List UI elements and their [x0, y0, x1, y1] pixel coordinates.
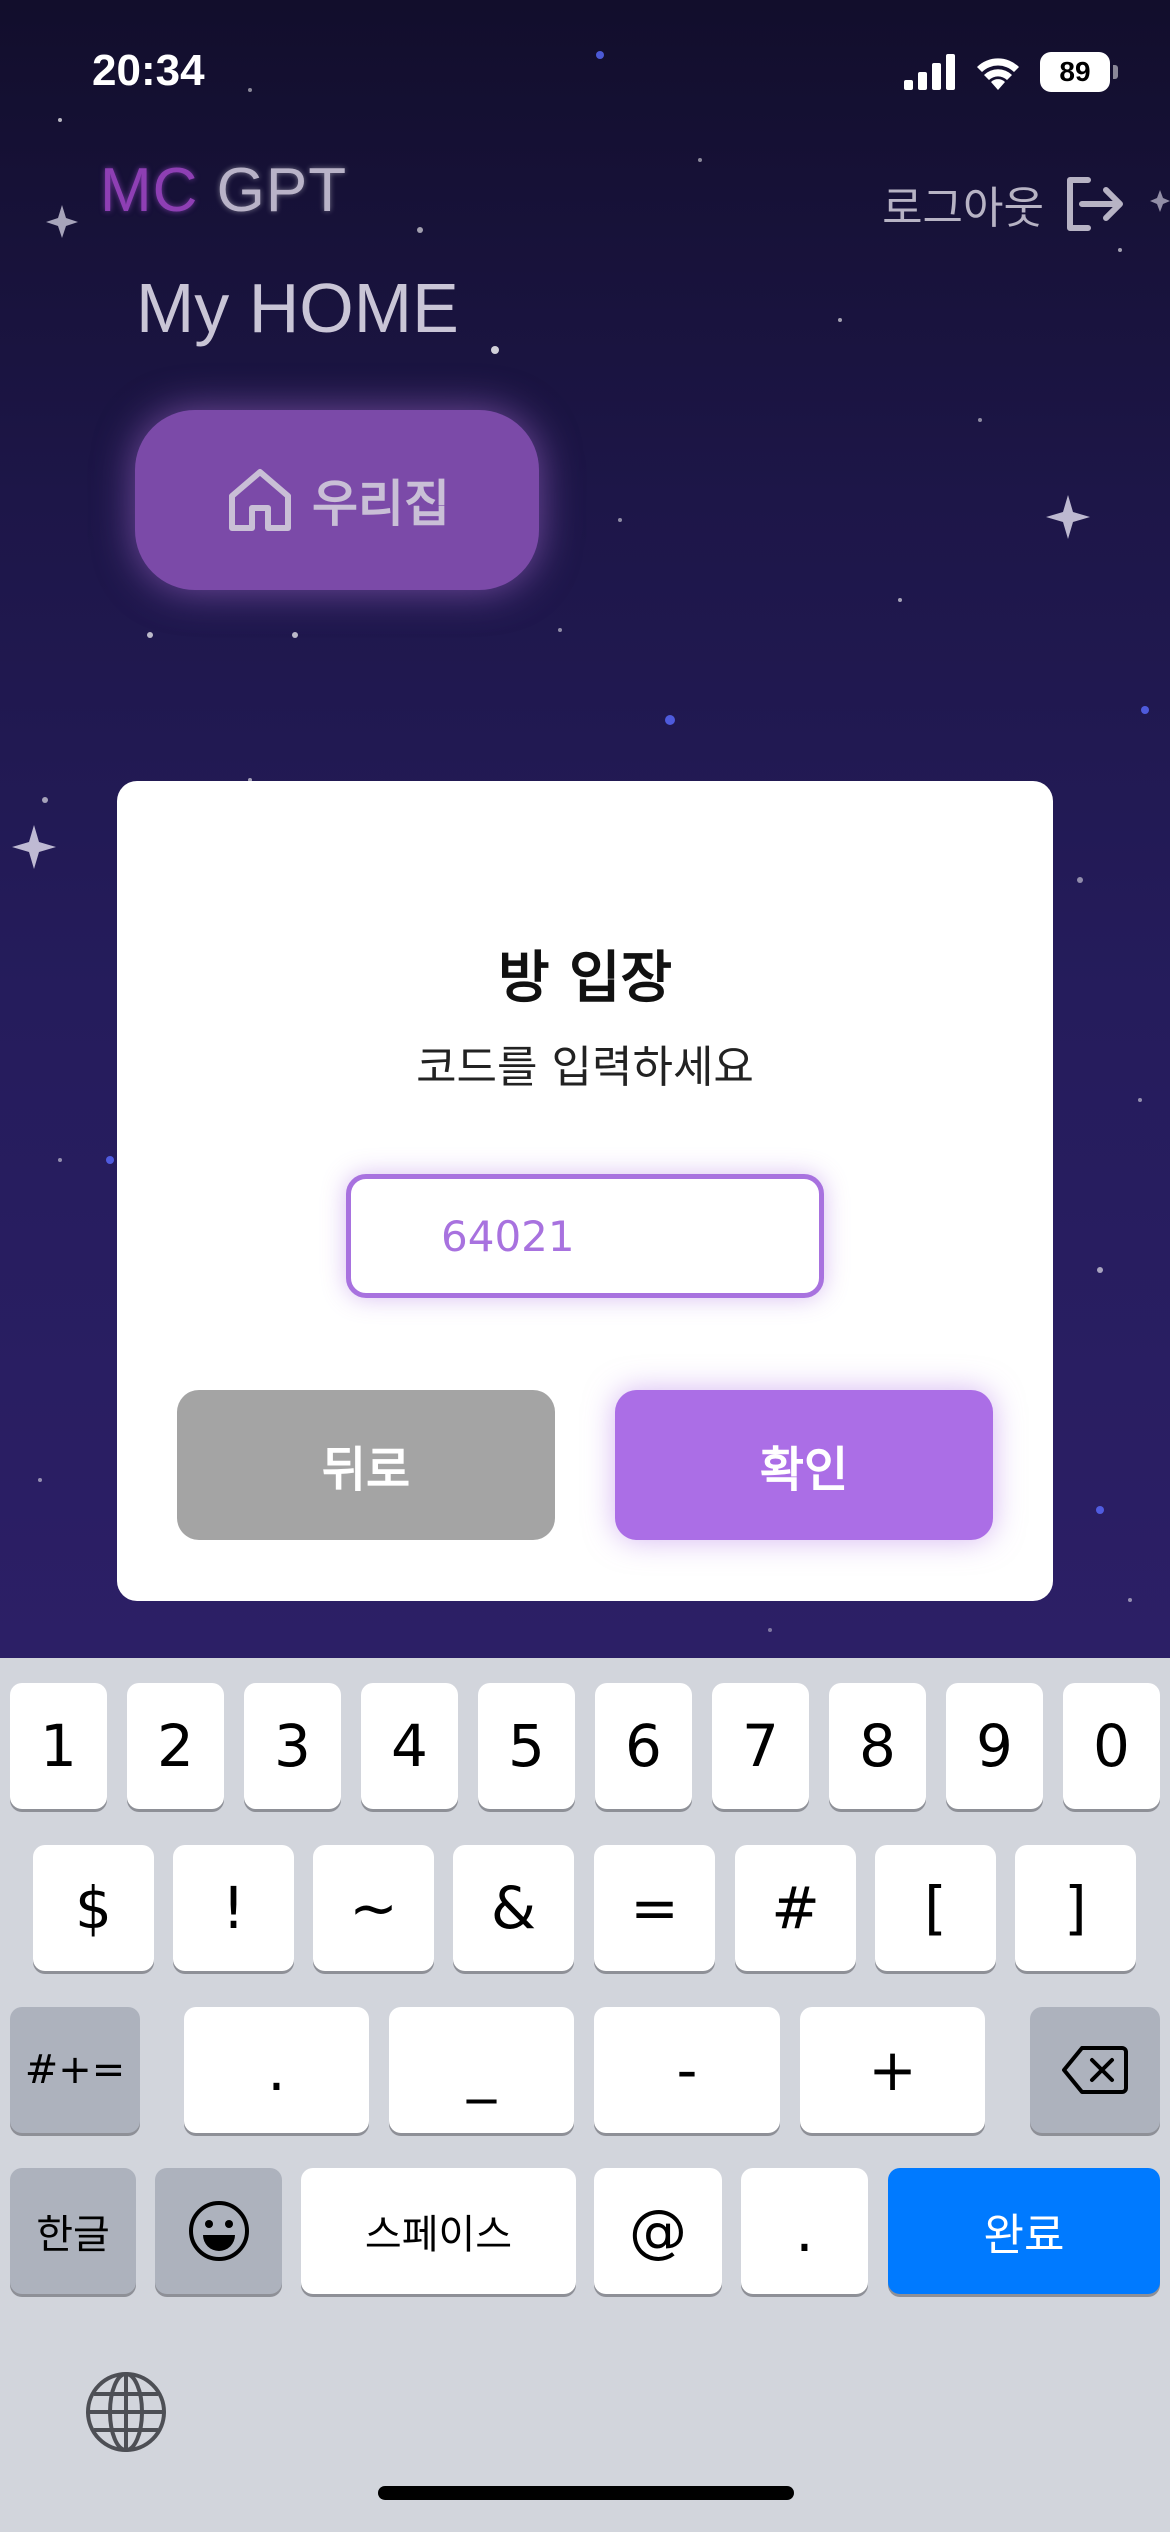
key-8[interactable]: 8	[829, 1683, 926, 1809]
house-icon	[229, 469, 291, 531]
logout-button[interactable]: 로그아웃	[882, 172, 1126, 236]
status-icons: 89	[904, 50, 1118, 94]
battery-level: 89	[1059, 56, 1091, 87]
key-tilde[interactable]: ~	[313, 1845, 434, 1971]
key-7[interactable]: 7	[712, 1683, 809, 1809]
back-button[interactable]: 뒤로	[177, 1390, 555, 1540]
key-4[interactable]: 4	[361, 1683, 458, 1809]
page-title: My HOME	[136, 269, 459, 347]
key-right-bracket[interactable]: ]	[1015, 1845, 1136, 1971]
key-underscore[interactable]: _	[389, 2007, 574, 2133]
key-exclamation[interactable]: !	[173, 1845, 294, 1971]
home-room-button[interactable]: 우리집	[135, 410, 539, 590]
home-indicator	[378, 2486, 794, 2500]
backspace-icon	[1062, 2046, 1128, 2094]
key-at[interactable]: @	[594, 2168, 722, 2294]
wifi-icon	[977, 58, 1019, 90]
cellular-signal-icon	[904, 54, 955, 90]
status-time: 20:34	[92, 46, 205, 95]
key-2[interactable]: 2	[127, 1683, 224, 1809]
key-dollar[interactable]: $	[33, 1845, 154, 1971]
room-code-input[interactable]	[346, 1174, 824, 1298]
key-dot[interactable]: .	[741, 2168, 868, 2294]
key-hash[interactable]: #	[735, 1845, 856, 1971]
logo-mc: MC	[100, 156, 199, 225]
key-backspace[interactable]	[1030, 2007, 1160, 2133]
key-period[interactable]: .	[184, 2007, 369, 2133]
key-plus[interactable]: +	[800, 2007, 985, 2133]
battery-indicator: 89	[1040, 52, 1118, 92]
key-space[interactable]: 스페이스	[301, 2168, 576, 2294]
key-1[interactable]: 1	[10, 1683, 107, 1809]
key-korean-language[interactable]: 한글	[10, 2168, 136, 2294]
key-equals[interactable]: =	[594, 1845, 715, 1971]
logout-icon	[1067, 177, 1123, 231]
dialog-title: 방 입장	[497, 946, 673, 1011]
key-emoji[interactable]	[155, 2168, 282, 2294]
key-9[interactable]: 9	[946, 1683, 1043, 1809]
key-5[interactable]: 5	[478, 1683, 575, 1809]
key-done[interactable]: 완료	[888, 2168, 1160, 2294]
key-more-symbols[interactable]: #+=	[10, 2007, 140, 2133]
emoji-icon	[188, 2201, 249, 2261]
confirm-button[interactable]: 확인	[615, 1390, 993, 1540]
globe-icon[interactable]	[84, 2370, 168, 2454]
key-left-bracket[interactable]: [	[875, 1845, 996, 1971]
dialog-subtitle: 코드를 입력하세요	[416, 1042, 754, 1093]
key-6[interactable]: 6	[595, 1683, 692, 1809]
key-0[interactable]: 0	[1063, 1683, 1160, 1809]
logout-label: 로그아웃	[882, 183, 1044, 234]
key-hyphen[interactable]: -	[594, 2007, 780, 2133]
logo-gpt: GPT	[216, 156, 348, 225]
app-logo: MC GPT	[100, 155, 347, 226]
enter-room-dialog: 방 입장 코드를 입력하세요 뒤로 확인	[117, 781, 1053, 1601]
key-3[interactable]: 3	[244, 1683, 341, 1809]
key-ampersand[interactable]: &	[453, 1845, 574, 1971]
home-room-label: 우리집	[312, 475, 450, 533]
